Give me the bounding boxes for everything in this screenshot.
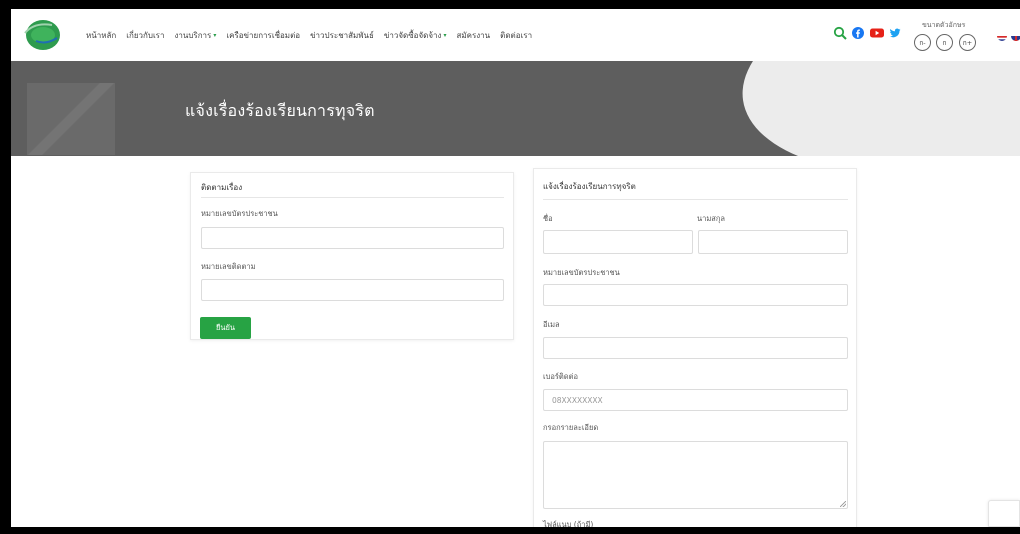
last-name-input[interactable] [698, 230, 848, 254]
search-icon[interactable] [833, 26, 847, 40]
twitter-icon[interactable] [889, 27, 901, 39]
complaint-panel-title: แจ้งเรื่องร้องเรียนการทุจริต [543, 182, 636, 191]
first-name-input[interactable] [543, 230, 693, 254]
site-header: หน้าหลัก เกี่ยวกับเรา งานบริการ ▾ เครือข่ายก… [11, 9, 1020, 61]
nav-item-1[interactable]: เกี่ยวกับเรา [126, 29, 164, 42]
tracking-number-label: หมายเลขติดตาม [201, 262, 256, 271]
chevron-down-icon: ▾ [443, 32, 447, 39]
nav-item-label: เครือข่ายการเชื่อมต่อ [226, 31, 301, 40]
first-name-label: ชื่อ [543, 214, 553, 223]
youtube-icon[interactable] [870, 27, 884, 39]
detail-textarea[interactable] [543, 441, 848, 509]
font-reset-button[interactable]: ก [936, 34, 953, 51]
track-id-card-input[interactable] [201, 227, 504, 249]
attachment-label: ไฟล์แนบ (ถ้ามี) [543, 520, 594, 527]
page-banner: แจ้งเรื่องร้องเรียนการทุจริต [11, 61, 1020, 156]
resize-handle-icon[interactable] [840, 501, 846, 507]
track-panel-title: ติดตามเรื่อง [201, 183, 243, 192]
nav-item-label: สมัครงาน [456, 31, 491, 40]
font-decrease-button[interactable]: ก- [914, 34, 931, 51]
detail-label: กรอกรายละเอียด [543, 423, 599, 432]
english-flag-icon[interactable] [1011, 31, 1020, 41]
page-title: แจ้งเรื่องร้องเรียนการทุจริต [185, 101, 375, 120]
divider [201, 197, 504, 198]
tracking-number-input[interactable] [201, 279, 504, 301]
email-input[interactable] [543, 337, 848, 359]
complaint-id-card-input[interactable] [543, 284, 848, 306]
site-logo[interactable] [22, 16, 62, 52]
nav-item-label: ข่าวจัดซื้อจัดจ้าง [383, 31, 442, 40]
font-size-label: ขนาดตัวอักษร [922, 21, 966, 29]
banner-decoration [729, 61, 1020, 156]
track-id-card-label: หมายเลขบัตรประชาชน [201, 209, 278, 218]
complaint-form-panel: แจ้งเรื่องร้องเรียนการทุจริต ชื่อ นามสกุ… [533, 168, 857, 527]
nav-item-0[interactable]: หน้าหลัก [86, 29, 116, 42]
track-complaint-panel: ติดตามเรื่อง หมายเลขบัตรประชาชน หมายเลขต… [190, 172, 514, 340]
facebook-icon[interactable] [852, 27, 864, 39]
nav-item-3[interactable]: เครือข่ายการเชื่อมต่อ [226, 29, 300, 42]
nav-item-label: ข่าวประชาสัมพันธ์ [310, 31, 374, 40]
last-name-label: นามสกุล [697, 214, 725, 223]
envelope-watermark-icon [27, 83, 115, 155]
chevron-down-icon: ▾ [213, 32, 217, 39]
recaptcha-badge[interactable] [988, 500, 1020, 527]
email-label: อีเมล [543, 320, 560, 329]
nav-item-4[interactable]: ข่าวประชาสัมพันธ์ [310, 29, 374, 42]
main-content: ติดตามเรื่อง หมายเลขบัตรประชาชน หมายเลขต… [11, 156, 1020, 527]
nav-item-label: ติดต่อเรา [500, 31, 533, 40]
complaint-id-card-label: หมายเลขบัตรประชาชน [543, 268, 620, 277]
nav-item-label: หน้าหลัก [86, 31, 117, 40]
nav-item-7[interactable]: ติดต่อเรา [500, 29, 532, 42]
divider [543, 199, 848, 200]
nav-item-label: งานบริการ [174, 31, 212, 40]
phone-input[interactable] [543, 389, 848, 411]
phone-label: เบอร์ติดต่อ [543, 372, 578, 381]
nav-item-6[interactable]: สมัครงาน [456, 29, 490, 42]
thai-flag-icon[interactable] [997, 31, 1007, 41]
nav-item-5[interactable]: ข่าวจัดซื้อจัดจ้าง ▾ [384, 29, 447, 42]
nav-item-2[interactable]: งานบริการ ▾ [174, 29, 216, 42]
font-increase-button[interactable]: ก+ [959, 34, 976, 51]
main-nav: หน้าหลัก เกี่ยวกับเรา งานบริการ ▾ เครือข่ายก… [86, 29, 532, 42]
browser-viewport: หน้าหลัก เกี่ยวกับเรา งานบริการ ▾ เครือข่ายก… [11, 9, 1020, 527]
track-submit-button[interactable]: ยืนยัน [200, 317, 251, 339]
nav-item-label: เกี่ยวกับเรา [126, 31, 165, 40]
